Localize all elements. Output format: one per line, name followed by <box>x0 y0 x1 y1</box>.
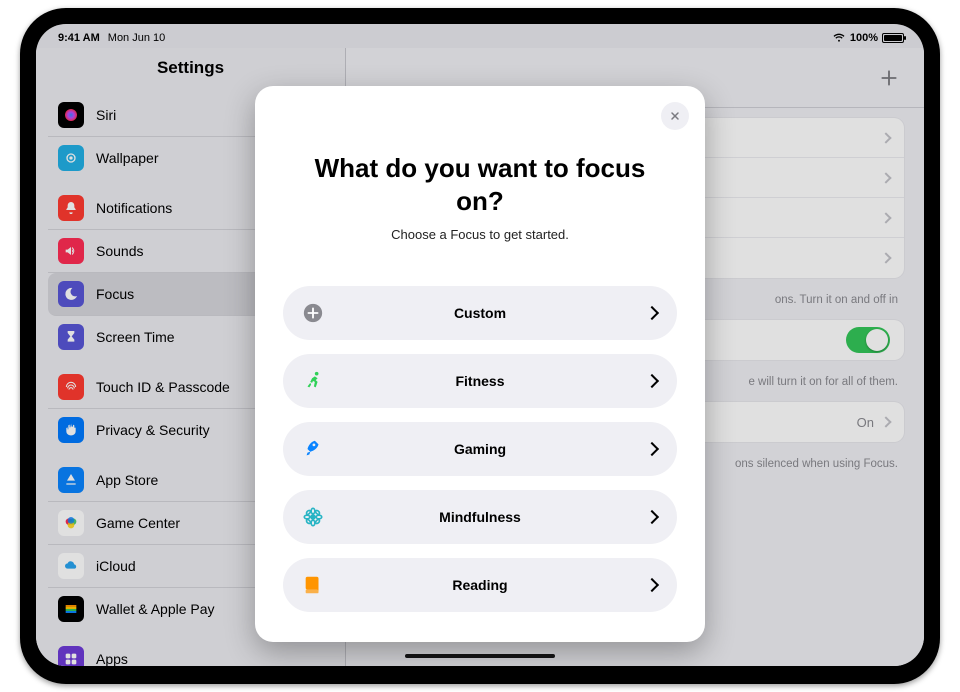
device-frame: 9:41 AM Mon Jun 10 100% Settings SiriWal… <box>20 8 940 684</box>
screen: 9:41 AM Mon Jun 10 100% Settings SiriWal… <box>36 24 924 666</box>
focus-option-label: Gaming <box>283 441 677 457</box>
modal-subtitle: Choose a Focus to get started. <box>283 227 677 242</box>
focus-option-label: Custom <box>283 305 677 321</box>
focus-option-fitness[interactable]: Fitness <box>283 354 677 408</box>
focus-option-label: Fitness <box>283 373 677 389</box>
modal-title: What do you want to focus on? <box>283 152 677 217</box>
focus-option-mindfulness[interactable]: Mindfulness <box>283 490 677 544</box>
focus-option-reading[interactable]: Reading <box>283 558 677 612</box>
focus-option-label: Mindfulness <box>283 509 677 525</box>
home-indicator[interactable] <box>405 654 555 658</box>
new-focus-modal: What do you want to focus on? Choose a F… <box>255 86 705 642</box>
focus-option-gaming[interactable]: Gaming <box>283 422 677 476</box>
close-button[interactable] <box>661 102 689 130</box>
focus-option-custom[interactable]: Custom <box>283 286 677 340</box>
focus-option-label: Reading <box>283 577 677 593</box>
